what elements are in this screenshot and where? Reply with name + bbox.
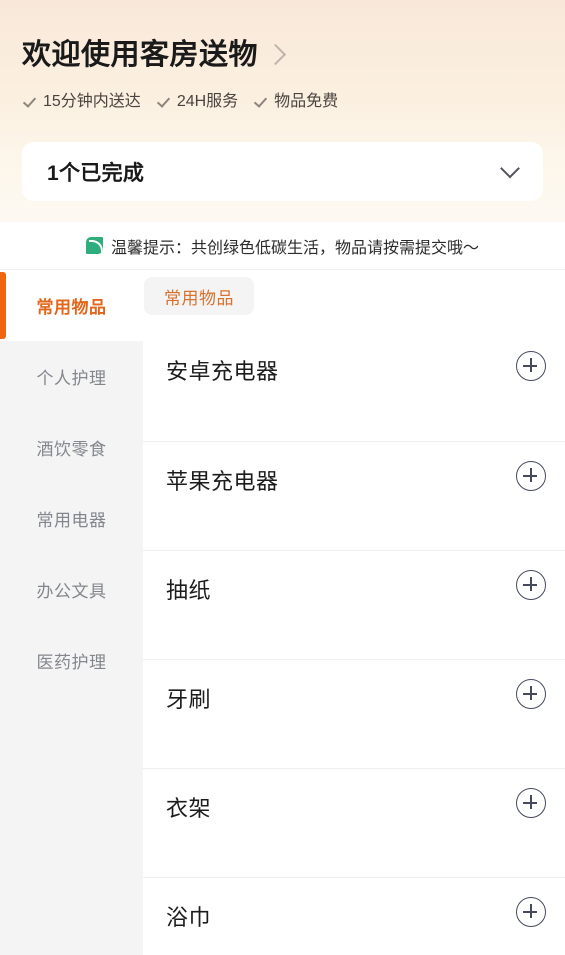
page-title: 欢迎使用客房送物: [22, 39, 259, 71]
leaf-icon: [85, 237, 103, 254]
category-sidebar: 常用物品 个人护理 酒饮零食 常用电器 办公文具 医药护理: [0, 270, 143, 955]
feature-label: 15分钟内送达: [43, 93, 141, 110]
check-icon: [255, 95, 269, 109]
plus-circle-icon[interactable]: [516, 461, 546, 491]
table-row[interactable]: 抽纸: [143, 550, 565, 659]
item-name: 浴巾: [166, 905, 212, 930]
plus-circle-icon[interactable]: [516, 679, 546, 709]
sidebar-item-label: 个人护理: [36, 369, 107, 388]
tip-banner-inner: 温馨提示：共创绿色低碳生活，物品请按需提交哦～: [85, 234, 479, 258]
sidebar-item-changyongwupin[interactable]: 常用物品: [0, 270, 143, 341]
plus-circle-icon[interactable]: [516, 897, 546, 927]
sidebar-item-gerenhuli[interactable]: 个人护理: [0, 341, 143, 412]
feature-item: 物品免费: [255, 92, 338, 112]
sidebar-item-bangongwenju[interactable]: 办公文具: [0, 554, 143, 625]
plus-circle-icon[interactable]: [516, 570, 546, 600]
section-chip[interactable]: 常用物品: [144, 277, 254, 315]
roomservice-page: 欢迎使用客房送物 15分钟内送达 24H服务 物品免费 1个已完成 温馨提示：共…: [0, 0, 565, 955]
item-panel: 常用物品 安卓充电器 苹果充电器 抽纸 牙刷 衣架 浴巾: [143, 270, 565, 955]
order-status-card[interactable]: 1个已完成: [22, 142, 543, 201]
sidebar-item-label: 医药护理: [36, 653, 107, 672]
table-row[interactable]: 苹果充电器: [143, 441, 565, 550]
item-list: 安卓充电器 苹果充电器 抽纸 牙刷 衣架 浴巾: [143, 332, 565, 955]
plus-circle-icon[interactable]: [516, 351, 546, 381]
sidebar-item-changyongdianqi[interactable]: 常用电器: [0, 483, 143, 554]
plus-circle-icon[interactable]: [516, 788, 546, 818]
feature-label: 物品免费: [274, 93, 339, 110]
item-name: 安卓充电器: [166, 359, 279, 384]
sidebar-item-label: 酒饮零食: [36, 440, 107, 459]
table-row[interactable]: 衣架: [143, 768, 565, 877]
table-row[interactable]: 安卓充电器: [143, 332, 565, 441]
section-chip-row: 常用物品: [143, 270, 565, 332]
order-status-text: 1个已完成: [47, 161, 145, 185]
page-header: 欢迎使用客房送物 15分钟内送达 24H服务 物品免费 1个已完成: [0, 0, 565, 222]
item-name: 牙刷: [166, 687, 212, 712]
item-name: 衣架: [166, 796, 212, 821]
sidebar-item-label: 办公文具: [36, 582, 107, 601]
page-title-row[interactable]: 欢迎使用客房送物: [22, 38, 287, 72]
check-icon: [158, 95, 172, 109]
table-row[interactable]: 牙刷: [143, 659, 565, 768]
chevron-right-icon[interactable]: [264, 43, 287, 65]
section-chip-label: 常用物品: [164, 288, 234, 308]
sidebar-item-jiuyinlingshi[interactable]: 酒饮零食: [0, 412, 143, 483]
table-row[interactable]: 浴巾: [143, 877, 565, 955]
sidebar-item-label: 常用物品: [36, 298, 107, 317]
feature-item: 15分钟内送达: [24, 92, 141, 112]
sidebar-item-label: 常用电器: [36, 511, 107, 530]
feature-item: 24H服务: [158, 92, 238, 112]
chevron-down-icon[interactable]: [500, 158, 520, 178]
item-name: 抽纸: [166, 578, 212, 603]
feature-label: 24H服务: [176, 93, 239, 110]
tip-banner: 温馨提示：共创绿色低碳生活，物品请按需提交哦～: [0, 222, 565, 270]
sidebar-item-yiyaohuli[interactable]: 医药护理: [0, 625, 143, 696]
check-icon: [24, 95, 38, 109]
item-name: 苹果充电器: [166, 469, 279, 494]
tip-banner-text: 温馨提示：共创绿色低碳生活，物品请按需提交哦～: [110, 239, 479, 257]
catalog-body: 常用物品 个人护理 酒饮零食 常用电器 办公文具 医药护理 常用物品 安卓充电器…: [0, 270, 565, 955]
feature-list: 15分钟内送达 24H服务 物品免费: [24, 92, 338, 112]
